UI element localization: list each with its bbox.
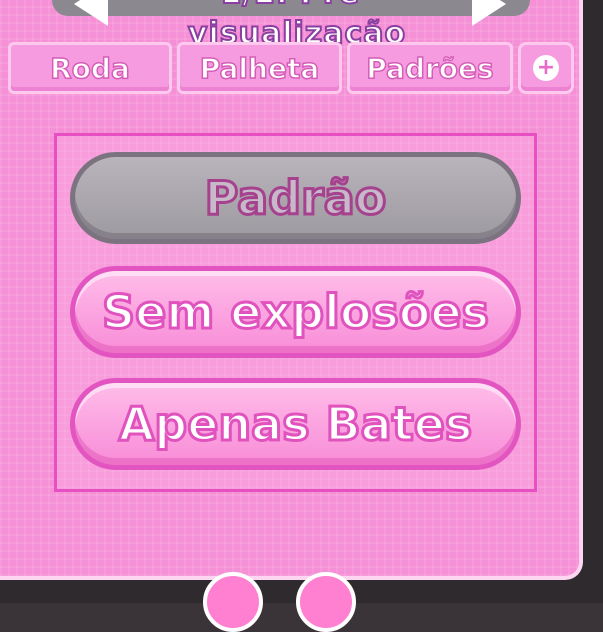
page-title: 1/2. Pré-visualização <box>187 0 407 52</box>
option-sem-explosoes-button[interactable]: Sem explosões <box>70 266 521 358</box>
tab-palheta[interactable]: Palheta <box>177 42 342 94</box>
option-apenas-bates-button[interactable]: Apenas Bates <box>70 378 521 470</box>
tab-more[interactable]: + <box>518 42 574 94</box>
tab-roda[interactable]: Roda <box>8 42 172 94</box>
option-padrao-button[interactable]: Padrão <box>70 152 521 244</box>
previous-arrow-icon[interactable] <box>74 0 108 26</box>
next-arrow-icon[interactable] <box>472 0 506 26</box>
tab-padroes[interactable]: Padrões <box>347 42 513 94</box>
heart-icon <box>203 572 263 632</box>
heart-icon <box>296 572 356 632</box>
pattern-panel: 1/2. Pré-visualização Roda Palheta Padrõ… <box>0 0 583 580</box>
plus-icon: + <box>533 55 559 81</box>
